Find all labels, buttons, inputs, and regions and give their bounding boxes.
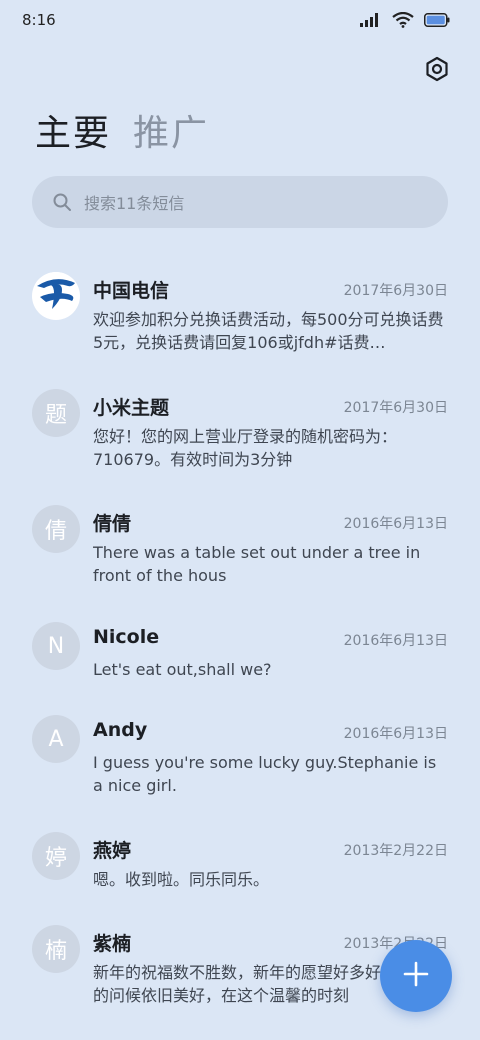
message-preview: Let's eat out,shall we?: [93, 660, 272, 679]
search-icon: [52, 192, 72, 212]
sender-name: 中国电信: [93, 280, 170, 302]
message-item[interactable]: N Nicole 2016年6月13日 Let's eat out,shall …: [0, 608, 480, 708]
message-date: 2016年6月13日: [343, 633, 448, 649]
search-placeholder: 搜索11条短信: [84, 194, 185, 213]
message-date: 2016年6月13日: [343, 726, 448, 742]
message-date: 2016年6月13日: [343, 516, 448, 532]
wifi-icon: [392, 12, 414, 28]
sender-name: Andy: [93, 719, 148, 741]
message-preview: There was a table set out under a tree i…: [93, 543, 421, 585]
message-date: 2017年6月30日: [343, 283, 448, 299]
search-bar[interactable]: 搜索11条短信: [32, 176, 448, 228]
message-date: 2013年2月22日: [343, 843, 448, 859]
avatar: N: [32, 622, 80, 670]
message-item[interactable]: 婷 燕婷 2013年2月22日 嗯。收到啦。同乐同乐。: [0, 818, 480, 918]
tab-bar: 主要 推广: [35, 112, 209, 156]
status-bar: 8:16: [0, 0, 480, 42]
message-preview: I guess you're some lucky guy.Stephanie …: [93, 753, 437, 795]
tab-promotions[interactable]: 推广: [133, 112, 209, 156]
avatar: 倩: [32, 505, 80, 553]
status-icons: [360, 12, 450, 28]
message-item[interactable]: A Andy 2016年6月13日 I guess you're some lu…: [0, 701, 480, 801]
messages-screen: 8:16 主要 推广 搜索11条短信 中国电信 2017年6月30日 欢迎参加积…: [0, 0, 480, 1040]
avatar: A: [32, 715, 80, 763]
message-preview: 欢迎参加积分兑换话费活动，每500分可兑换话费5元，兑换话费请回复106或jfd…: [93, 310, 444, 352]
message-item[interactable]: 中国电信 2017年6月30日 欢迎参加积分兑换话费活动，每500分可兑换话费5…: [0, 258, 480, 358]
sender-name: Nicole: [93, 626, 160, 648]
sender-name: 紫楠: [93, 933, 132, 955]
tab-primary[interactable]: 主要: [35, 112, 111, 156]
message-item[interactable]: 倩 倩倩 2016年6月13日 There was a table set ou…: [0, 491, 480, 591]
sender-name: 燕婷: [93, 840, 132, 862]
avatar: [32, 272, 80, 320]
signal-icon: [360, 13, 382, 27]
avatar: 楠: [32, 925, 80, 973]
battery-icon: [424, 13, 450, 27]
hexagon-settings-icon: [424, 56, 450, 86]
plus-icon: [402, 960, 430, 992]
china-telecom-logo-icon: [32, 272, 80, 320]
message-date: 2017年6月30日: [343, 400, 448, 416]
avatar: 婷: [32, 832, 80, 880]
status-time: 8:16: [22, 11, 56, 29]
avatar: 题: [32, 389, 80, 437]
settings-button[interactable]: [420, 54, 454, 88]
sender-name: 倩倩: [93, 513, 132, 535]
new-message-button[interactable]: [380, 940, 452, 1012]
message-item[interactable]: 题 小米主题 2017年6月30日 您好！您的网上营业厅登录的随机密码为：710…: [0, 375, 480, 475]
message-preview: 嗯。收到啦。同乐同乐。: [93, 870, 270, 889]
message-preview: 您好！您的网上营业厅登录的随机密码为：710679。有效时间为3分钟: [93, 427, 398, 469]
sender-name: 小米主题: [93, 397, 170, 419]
